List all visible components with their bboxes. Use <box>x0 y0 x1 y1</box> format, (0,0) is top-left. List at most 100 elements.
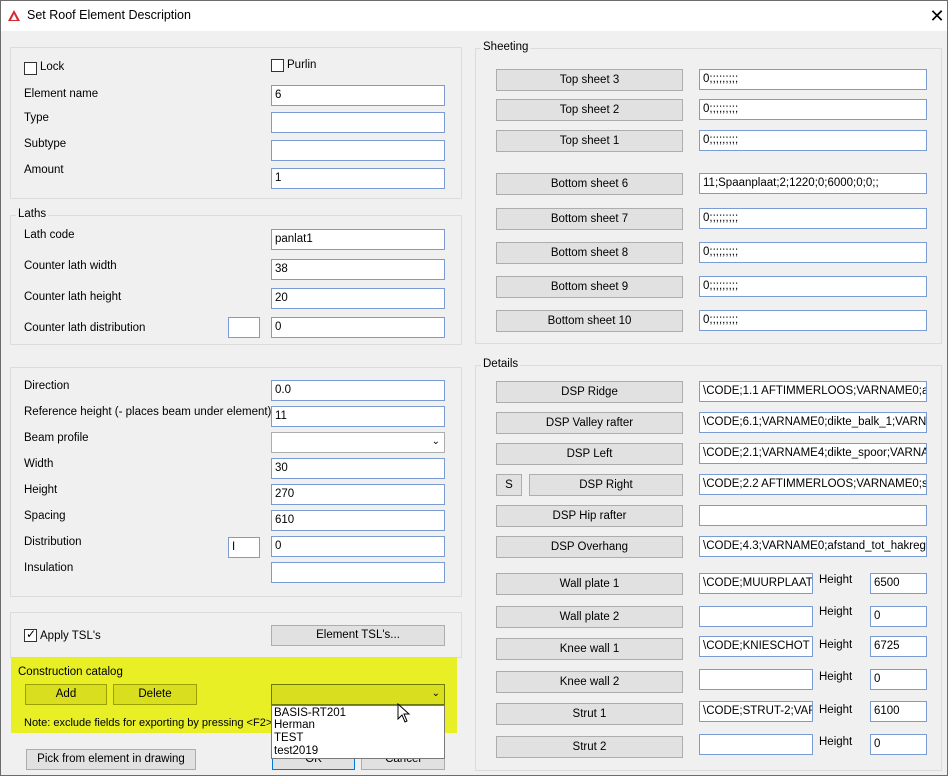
strut-2-height-label: Height <box>819 736 853 748</box>
dsp-valley-rafter-input[interactable]: \CODE;6.1;VARNAME0;dikte_balk_1;VARNAI <box>699 412 927 433</box>
title-bar: Set Roof Element Description ✕ <box>1 1 947 31</box>
bottom-sheet-6-input[interactable]: 11;Spaanplaat;2;1220;0;6000;0;0;; <box>699 173 927 194</box>
bottom-sheet-8-input[interactable]: 0;;;;;;;;; <box>699 242 927 263</box>
dsp-overhang-input[interactable]: \CODE;4.3;VARNAME0;afstand_tot_hakregel; <box>699 536 927 557</box>
strut-1-button[interactable]: Strut 1 <box>496 703 683 725</box>
strut-1-input[interactable]: \CODE;STRUT-2;VAR <box>699 701 813 722</box>
beam-profile-label: Beam profile <box>24 432 89 444</box>
amount-input[interactable]: 1 <box>271 168 445 189</box>
direction-label: Direction <box>24 380 70 392</box>
purlin-label: Purlin <box>287 59 317 71</box>
wall-plate-1-button[interactable]: Wall plate 1 <box>496 573 683 595</box>
catalog-select[interactable]: ⌄ <box>271 684 445 705</box>
strut-2-button[interactable]: Strut 2 <box>496 736 683 758</box>
lath-code-label: Lath code <box>24 229 75 241</box>
lock-checkbox[interactable] <box>24 62 37 75</box>
close-icon[interactable]: ✕ <box>925 4 948 28</box>
wall-plate-2-button[interactable]: Wall plate 2 <box>496 606 683 628</box>
counter-lath-distribution-label: Counter lath distribution <box>24 322 146 334</box>
counter-lath-distribution-input[interactable]: 0 <box>271 317 445 338</box>
add-button[interactable]: Add <box>25 684 107 705</box>
spacing-input[interactable]: 610 <box>271 510 445 531</box>
dsp-right-input[interactable]: \CODE;2.2 AFTIMMERLOOS;VARNAME0;spe <box>699 474 927 495</box>
top-sheet-1-input[interactable]: 0;;;;;;;;; <box>699 130 927 151</box>
counter-lath-height-input[interactable]: 20 <box>271 288 445 309</box>
width-input[interactable]: 30 <box>271 458 445 479</box>
dsp-overhang-button[interactable]: DSP Overhang <box>496 536 683 558</box>
knee-wall-2-input[interactable] <box>699 669 813 690</box>
amount-label: Amount <box>24 164 64 176</box>
bottom-sheet-6-button[interactable]: Bottom sheet 6 <box>496 173 683 195</box>
bottom-sheet-8-button[interactable]: Bottom sheet 8 <box>496 242 683 264</box>
wall-plate-2-height-input[interactable]: 0 <box>870 606 927 627</box>
insulation-label: Insulation <box>24 562 74 574</box>
knee-wall-1-height-label: Height <box>819 639 853 651</box>
dsp-left-input[interactable]: \CODE;2.1;VARNAME4;dikte_spoor;VARNAM <box>699 443 927 464</box>
top-sheet-3-button[interactable]: Top sheet 3 <box>496 69 683 91</box>
knee-wall-2-height-label: Height <box>819 671 853 683</box>
dsp-hip-rafter-input[interactable] <box>699 505 927 526</box>
distribution-input[interactable]: 0 <box>271 536 445 557</box>
catalog-dropdown-list: BASIS-RT201 Herman TEST test2019 <box>271 705 445 759</box>
counter-lath-height-label: Counter lath height <box>24 291 122 303</box>
reference-height-input[interactable]: 11 <box>271 406 445 427</box>
wall-plate-1-height-label: Height <box>819 574 853 586</box>
direction-input[interactable]: 0.0 <box>271 380 445 401</box>
type-input[interactable] <box>271 112 445 133</box>
type-label: Type <box>24 112 49 124</box>
bottom-sheet-10-input[interactable]: 0;;;;;;;;; <box>699 310 927 331</box>
subtype-label: Subtype <box>24 138 67 150</box>
purlin-checkbox[interactable] <box>271 59 284 72</box>
lath-code-input[interactable]: panlat1 <box>271 229 445 250</box>
dsp-valley-rafter-button[interactable]: DSP Valley rafter <box>496 412 683 434</box>
insulation-input[interactable] <box>271 562 445 583</box>
dsp-left-button[interactable]: DSP Left <box>496 443 683 465</box>
dsp-hip-rafter-button[interactable]: DSP Hip rafter <box>496 505 683 527</box>
knee-wall-1-input[interactable]: \CODE;KNIESCHOT 1 <box>699 636 813 657</box>
pick-from-element-button[interactable]: Pick from element in drawing <box>26 749 196 770</box>
subtype-input[interactable] <box>271 140 445 161</box>
chevron-down-icon: ⌄ <box>431 436 440 447</box>
apply-tsl-label: Apply TSL's <box>40 630 101 642</box>
top-sheet-2-button[interactable]: Top sheet 2 <box>496 99 683 121</box>
s-button[interactable]: S <box>496 474 522 496</box>
knee-wall-2-button[interactable]: Knee wall 2 <box>496 671 683 693</box>
element-name-input[interactable]: 6 <box>271 85 445 106</box>
top-sheet-1-button[interactable]: Top sheet 1 <box>496 130 683 152</box>
catalog-option[interactable]: test2019 <box>274 745 318 757</box>
bottom-sheet-9-button[interactable]: Bottom sheet 9 <box>496 276 683 298</box>
element-tsl-button[interactable]: Element TSL's... <box>271 625 445 646</box>
wall-plate-2-input[interactable] <box>699 606 813 627</box>
dsp-ridge-input[interactable]: \CODE;1.1 AFTIMMERLOOS;VARNAME0;afst <box>699 381 927 402</box>
strut-2-height-input[interactable]: 0 <box>870 734 927 755</box>
apply-tsl-checkbox[interactable]: ✓ <box>24 627 37 642</box>
knee-wall-1-button[interactable]: Knee wall 1 <box>496 638 683 660</box>
catalog-option[interactable]: BASIS-RT201 <box>274 707 346 719</box>
dsp-right-button[interactable]: DSP Right <box>529 474 683 496</box>
counter-lath-width-input[interactable]: 38 <box>271 259 445 280</box>
counter-lath-distribution-small-input[interactable] <box>228 317 260 338</box>
bottom-sheet-7-input[interactable]: 0;;;;;;;;; <box>699 208 927 229</box>
wall-plate-1-input[interactable]: \CODE;MUURPLAAT1 <box>699 573 813 594</box>
height-label: Height <box>24 484 58 496</box>
catalog-option[interactable]: TEST <box>274 732 303 744</box>
bottom-sheet-9-input[interactable]: 0;;;;;;;;; <box>699 276 927 297</box>
strut-2-input[interactable] <box>699 734 813 755</box>
delete-button[interactable]: Delete <box>113 684 197 705</box>
strut-1-height-input[interactable]: 6100 <box>870 701 927 722</box>
width-label: Width <box>24 458 54 470</box>
distribution-small-input[interactable]: I <box>228 537 260 558</box>
bottom-sheet-10-button[interactable]: Bottom sheet 10 <box>496 310 683 332</box>
knee-wall-1-height-input[interactable]: 6725 <box>870 636 927 657</box>
wall-plate-1-height-input[interactable]: 6500 <box>870 573 927 594</box>
top-sheet-3-input[interactable]: 0;;;;;;;;; <box>699 69 927 90</box>
height-input[interactable]: 270 <box>271 484 445 505</box>
knee-wall-2-height-input[interactable]: 0 <box>870 669 927 690</box>
dsp-ridge-button[interactable]: DSP Ridge <box>496 381 683 403</box>
beam-profile-select[interactable]: ⌄ <box>271 432 445 453</box>
top-sheet-2-input[interactable]: 0;;;;;;;;; <box>699 99 927 120</box>
spacing-label: Spacing <box>24 510 66 522</box>
bottom-sheet-7-button[interactable]: Bottom sheet 7 <box>496 208 683 230</box>
catalog-option[interactable]: Herman <box>274 719 315 731</box>
details-group-label: Details <box>481 358 521 370</box>
